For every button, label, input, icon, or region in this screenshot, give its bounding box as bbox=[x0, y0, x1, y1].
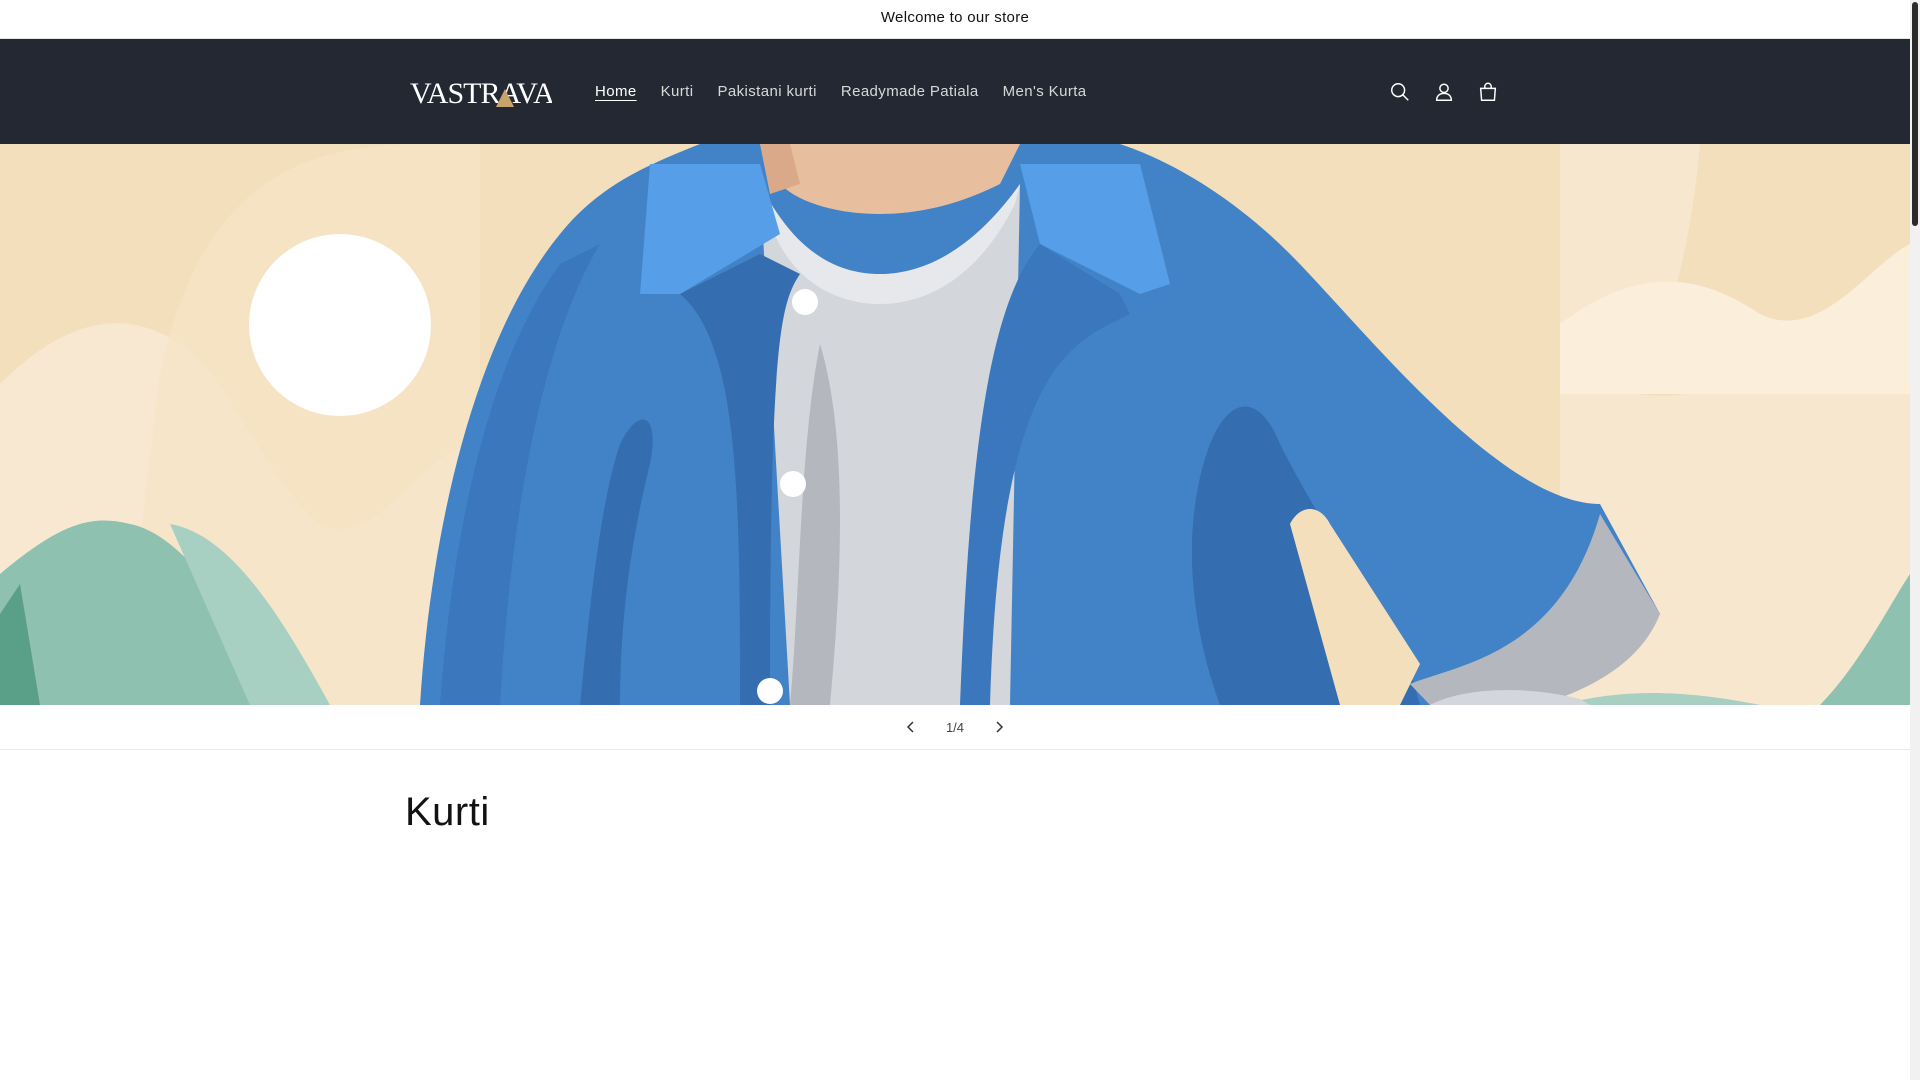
logo-wordmark-icon: VASTRAVA bbox=[410, 77, 556, 110]
store-logo[interactable]: VASTRAVA bbox=[408, 67, 556, 119]
page: Welcome to our store VASTRAVA Home Kurti… bbox=[0, 0, 1910, 1080]
site-header: VASTRAVA Home Kurti Pakistani kurti Read… bbox=[0, 39, 1910, 144]
nav-item-readymade-patiala[interactable]: Readymade Patiala bbox=[829, 83, 991, 100]
cart-button[interactable] bbox=[1466, 70, 1510, 114]
nav-item-home[interactable]: Home bbox=[583, 83, 649, 100]
slideshow-controls: 1/4 bbox=[0, 705, 1910, 750]
cart-icon bbox=[1479, 82, 1497, 101]
search-button[interactable] bbox=[1378, 70, 1422, 114]
announcement-text: Welcome to our store bbox=[880, 9, 1030, 26]
svg-text:VASTRAVA: VASTRAVA bbox=[410, 77, 552, 110]
nav-item-mens-kurta[interactable]: Men's Kurta bbox=[991, 83, 1099, 100]
previous-slide-button[interactable] bbox=[889, 705, 933, 749]
page-scrollbar[interactable] bbox=[1910, 0, 1920, 1080]
collection-title: Kurti bbox=[405, 790, 490, 834]
chevron-right-icon bbox=[996, 721, 1004, 733]
header-icons bbox=[1378, 39, 1510, 144]
next-slide-button[interactable] bbox=[977, 705, 1021, 749]
slide-counter: 1/4 bbox=[945, 719, 965, 735]
chevron-left-icon bbox=[906, 721, 914, 733]
account-button[interactable] bbox=[1422, 70, 1466, 114]
search-icon bbox=[1391, 82, 1409, 101]
hero-illustration bbox=[0, 144, 1910, 705]
hero-banner bbox=[0, 144, 1910, 705]
account-icon bbox=[1435, 82, 1453, 101]
announcement-bar: Welcome to our store bbox=[0, 0, 1910, 39]
main-nav: Home Kurti Pakistani kurti Readymade Pat… bbox=[583, 39, 1099, 144]
nav-item-pakistani-kurti[interactable]: Pakistani kurti bbox=[705, 83, 828, 100]
nav-item-kurti[interactable]: Kurti bbox=[649, 83, 706, 100]
scrollbar-thumb[interactable] bbox=[1912, 2, 1918, 226]
